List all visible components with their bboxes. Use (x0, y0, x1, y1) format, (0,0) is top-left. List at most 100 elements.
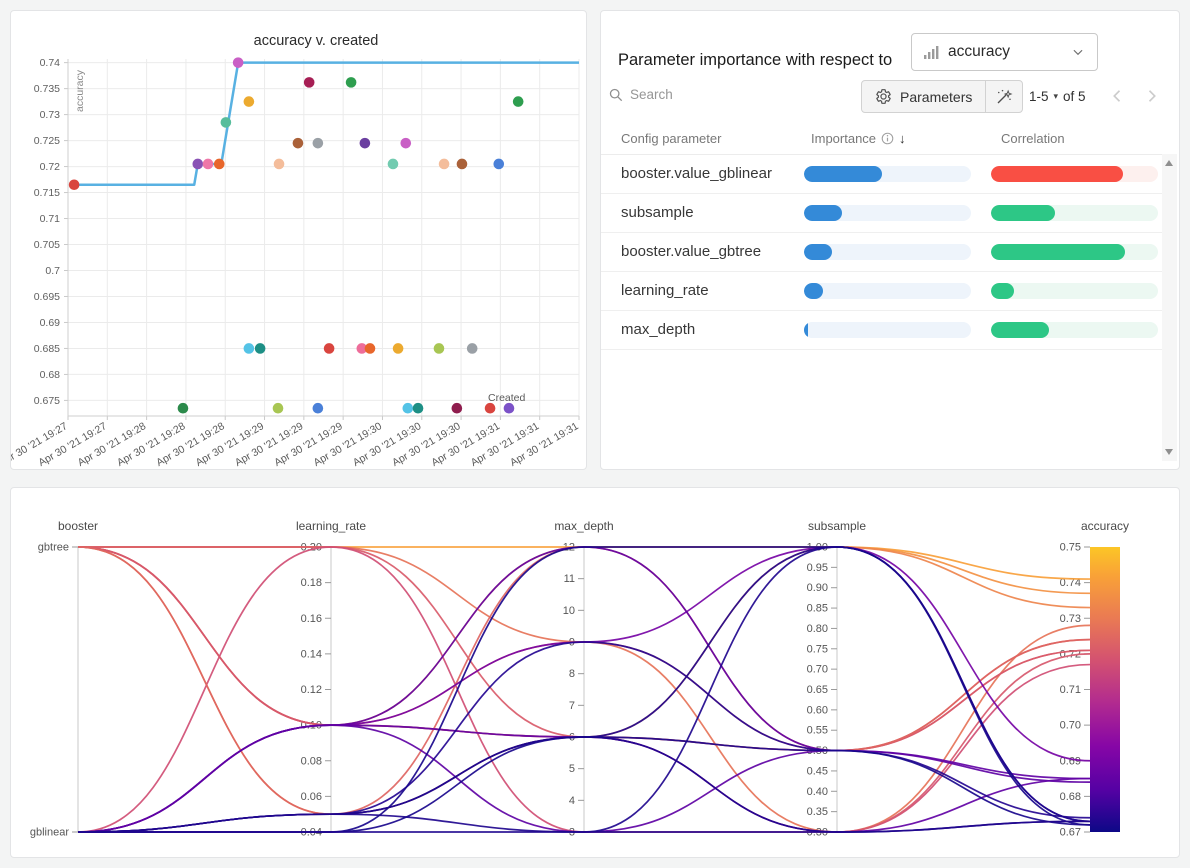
info-icon[interactable] (881, 132, 894, 145)
y-tick-label: 0.71 (40, 213, 61, 225)
config-parameter-name: subsample (621, 194, 694, 232)
table-row[interactable]: booster.value_gbtree (601, 233, 1163, 272)
y-tick-label: 0.72 (40, 161, 61, 173)
axis-tick-label: 7 (569, 700, 575, 712)
x-tick-label: Apr 30 '21 19:31 (508, 420, 581, 469)
scatter-point[interactable] (457, 159, 468, 170)
search-icon (609, 88, 623, 102)
scatter-point[interactable] (255, 343, 266, 354)
scatter-point[interactable] (393, 343, 404, 354)
chart-title: accuracy v. created (254, 33, 379, 49)
parallel-coordinates-chart[interactable]: boostergbtreegblinearlearning_rate0.200.… (11, 488, 1181, 859)
scatter-point[interactable] (274, 159, 285, 170)
y-tick-label: 0.7 (45, 265, 60, 277)
scatter-point[interactable] (485, 403, 496, 414)
axis-tick-label: 0.06 (301, 791, 322, 803)
scatter-point[interactable] (178, 403, 189, 414)
scatter-point[interactable] (360, 138, 371, 149)
axis-tick-label: gblinear (30, 827, 69, 839)
scatter-point[interactable] (203, 159, 214, 170)
parameters-button[interactable]: Parameters (862, 81, 986, 112)
y-tick-label: 0.68 (40, 369, 61, 381)
table-row[interactable]: learning_rate (601, 272, 1163, 311)
y-tick-label: 0.705 (34, 239, 60, 251)
table-row[interactable]: subsample (601, 194, 1163, 233)
scatter-point[interactable] (493, 159, 504, 170)
column-correlation: Correlation (1001, 131, 1065, 146)
config-parameter-name: max_depth (621, 311, 695, 349)
scatter-point[interactable] (467, 343, 478, 354)
parameter-importance-panel: Parameter importance with respect to acc… (600, 10, 1180, 470)
scroll-up-icon[interactable] (1165, 160, 1173, 166)
axis-tick-label: 5 (569, 763, 575, 775)
scatter-point[interactable] (439, 159, 450, 170)
scatter-point[interactable] (313, 138, 324, 149)
scatter-point[interactable] (365, 343, 376, 354)
scatter-point[interactable] (400, 138, 411, 149)
scatter-point[interactable] (434, 343, 445, 354)
axis-tick-label: 4 (569, 795, 575, 807)
next-page-button[interactable] (1142, 87, 1162, 107)
scatter-point[interactable] (403, 403, 414, 414)
config-parameter-name: learning_rate (621, 272, 709, 310)
sort-descending-icon[interactable]: ↓ (899, 131, 906, 146)
scatter-point[interactable] (304, 77, 315, 88)
axis-tick-label: 0.95 (807, 562, 828, 574)
axis-tick-label: 0.14 (301, 648, 322, 660)
scatter-point[interactable] (313, 403, 324, 414)
y-tick-label: 0.725 (34, 135, 60, 147)
scatter-point[interactable] (504, 403, 515, 414)
axis-tick-label: 0.12 (301, 684, 322, 696)
scatter-point[interactable] (452, 403, 463, 414)
axis-title: learning_rate (296, 519, 366, 533)
scatter-point[interactable] (214, 159, 225, 170)
scatter-point[interactable] (293, 138, 304, 149)
axis-tick-label: 0.90 (807, 582, 828, 594)
scatter-point[interactable] (413, 403, 424, 414)
pagination-total: of 5 (1063, 89, 1086, 104)
table-scrollbar[interactable] (1162, 154, 1177, 461)
table-row[interactable]: booster.value_gblinear (601, 155, 1163, 194)
search-placeholder: Search (630, 87, 673, 102)
scatter-point[interactable] (192, 159, 203, 170)
accuracy-vs-created-chart[interactable]: accuracy v. created0.6750.680.6850.690.6… (11, 11, 588, 471)
axis-tick-label: 0.71 (1060, 684, 1081, 696)
scroll-down-icon[interactable] (1165, 449, 1173, 455)
correlation-bar (991, 205, 1158, 221)
y-tick-label: 0.69 (40, 317, 61, 329)
axis-title: max_depth (554, 519, 613, 533)
scatter-point[interactable] (324, 343, 335, 354)
scatter-point[interactable] (221, 117, 232, 128)
magic-wand-button[interactable] (986, 81, 1022, 112)
search-input[interactable]: Search (609, 87, 673, 102)
scatter-point[interactable] (513, 96, 524, 107)
axis-tick-label: 0.18 (301, 577, 322, 589)
axis-tick-label: 0.75 (1060, 542, 1081, 554)
x-axis-label: Created (488, 392, 526, 404)
parameter-table: booster.value_gblinearsubsamplebooster.v… (601, 154, 1163, 350)
axis-tick-label: 0.55 (807, 725, 828, 737)
axis-tick-label: 0.35 (807, 806, 828, 818)
table-row[interactable]: max_depth (601, 311, 1163, 350)
scatter-point[interactable] (69, 179, 80, 190)
scatter-point[interactable] (244, 96, 255, 107)
pagination-range: 1-5 (1029, 89, 1049, 104)
pagination-range-dropdown[interactable]: 1-5 ▾ of 5 (1029, 89, 1086, 104)
metric-select[interactable]: accuracy (911, 33, 1098, 71)
axis-title: accuracy (1081, 519, 1129, 533)
scatter-point[interactable] (346, 77, 357, 88)
axis-tick-label: 0.40 (807, 786, 828, 798)
column-config-parameter: Config parameter (621, 131, 721, 146)
axis-tick-label: gbtree (38, 542, 69, 554)
axis-tick-label: 0.08 (301, 755, 322, 767)
scatter-point[interactable] (233, 57, 244, 68)
axis-tick-label: 8 (569, 668, 575, 680)
importance-bar (804, 205, 971, 221)
scatter-point[interactable] (244, 343, 255, 354)
previous-page-button[interactable] (1109, 87, 1129, 107)
column-importance: Importance (811, 131, 876, 146)
axis-tick-label: 0.73 (1060, 613, 1081, 625)
scatter-point[interactable] (273, 403, 284, 414)
y-tick-label: 0.685 (34, 343, 60, 355)
scatter-point[interactable] (388, 159, 399, 170)
